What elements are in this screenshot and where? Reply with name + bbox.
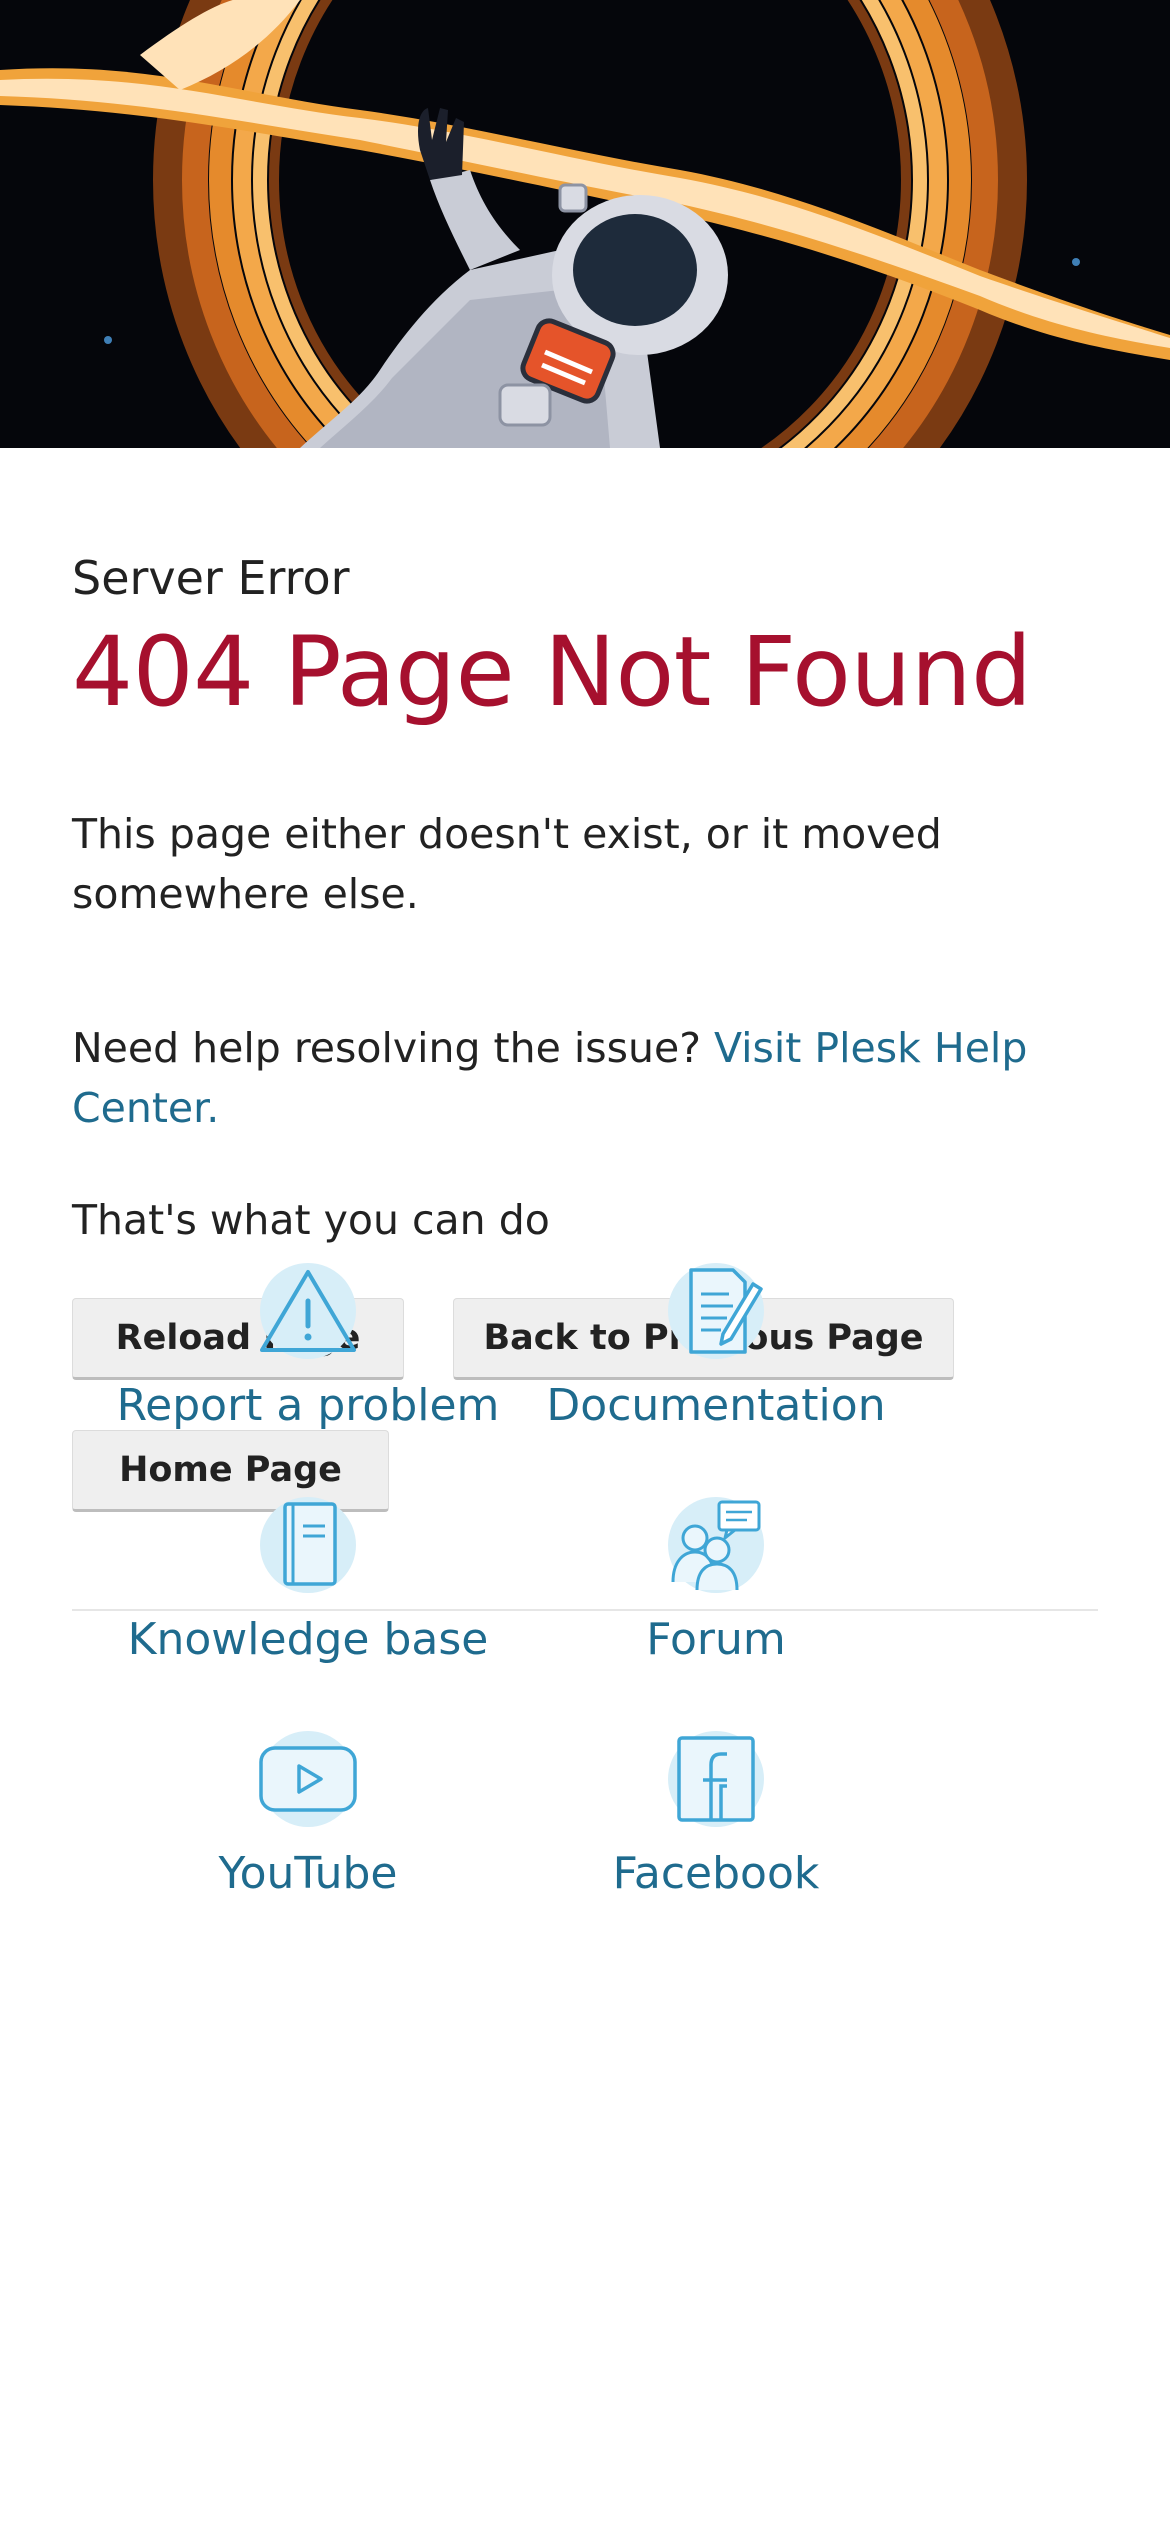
resource-label: Facebook	[612, 1848, 820, 1899]
documentation-link[interactable]: Documentation	[516, 1256, 916, 1436]
actions-heading: That's what you can do	[72, 1196, 550, 1244]
error-page: Server Error 404 Page Not Found This pag…	[0, 0, 1170, 2532]
document-pencil-icon	[668, 1263, 764, 1359]
error-category: Server Error	[72, 551, 350, 605]
resource-label: Knowledge base	[127, 1614, 489, 1665]
error-description: This page either doesn't exist, or it mo…	[72, 810, 942, 918]
help-text: Need help resolving the issue? Visit Ple…	[72, 1018, 1082, 1138]
youtube-link[interactable]: YouTube	[108, 1724, 508, 1904]
hero-illustration	[0, 0, 1170, 448]
youtube-icon	[259, 1731, 357, 1827]
knowledge-base-link[interactable]: Knowledge base	[108, 1490, 508, 1670]
astronaut-black-hole-illustration	[0, 0, 1170, 448]
resource-label: YouTube	[218, 1848, 398, 1899]
facebook-icon	[668, 1731, 764, 1827]
report-problem-link[interactable]: Report a problem	[108, 1256, 508, 1436]
book-icon	[260, 1497, 356, 1593]
page-title: 404 Page Not Found	[72, 616, 1032, 728]
resource-label: Forum	[646, 1614, 786, 1665]
resource-label: Report a problem	[116, 1380, 500, 1431]
warning-icon	[260, 1263, 356, 1359]
resource-label: Documentation	[546, 1380, 886, 1431]
forum-link[interactable]: Forum	[516, 1490, 916, 1670]
forum-people-icon	[668, 1497, 764, 1593]
help-prefix: Need help resolving the issue?	[72, 1024, 714, 1072]
facebook-link[interactable]: Facebook	[516, 1724, 916, 1904]
